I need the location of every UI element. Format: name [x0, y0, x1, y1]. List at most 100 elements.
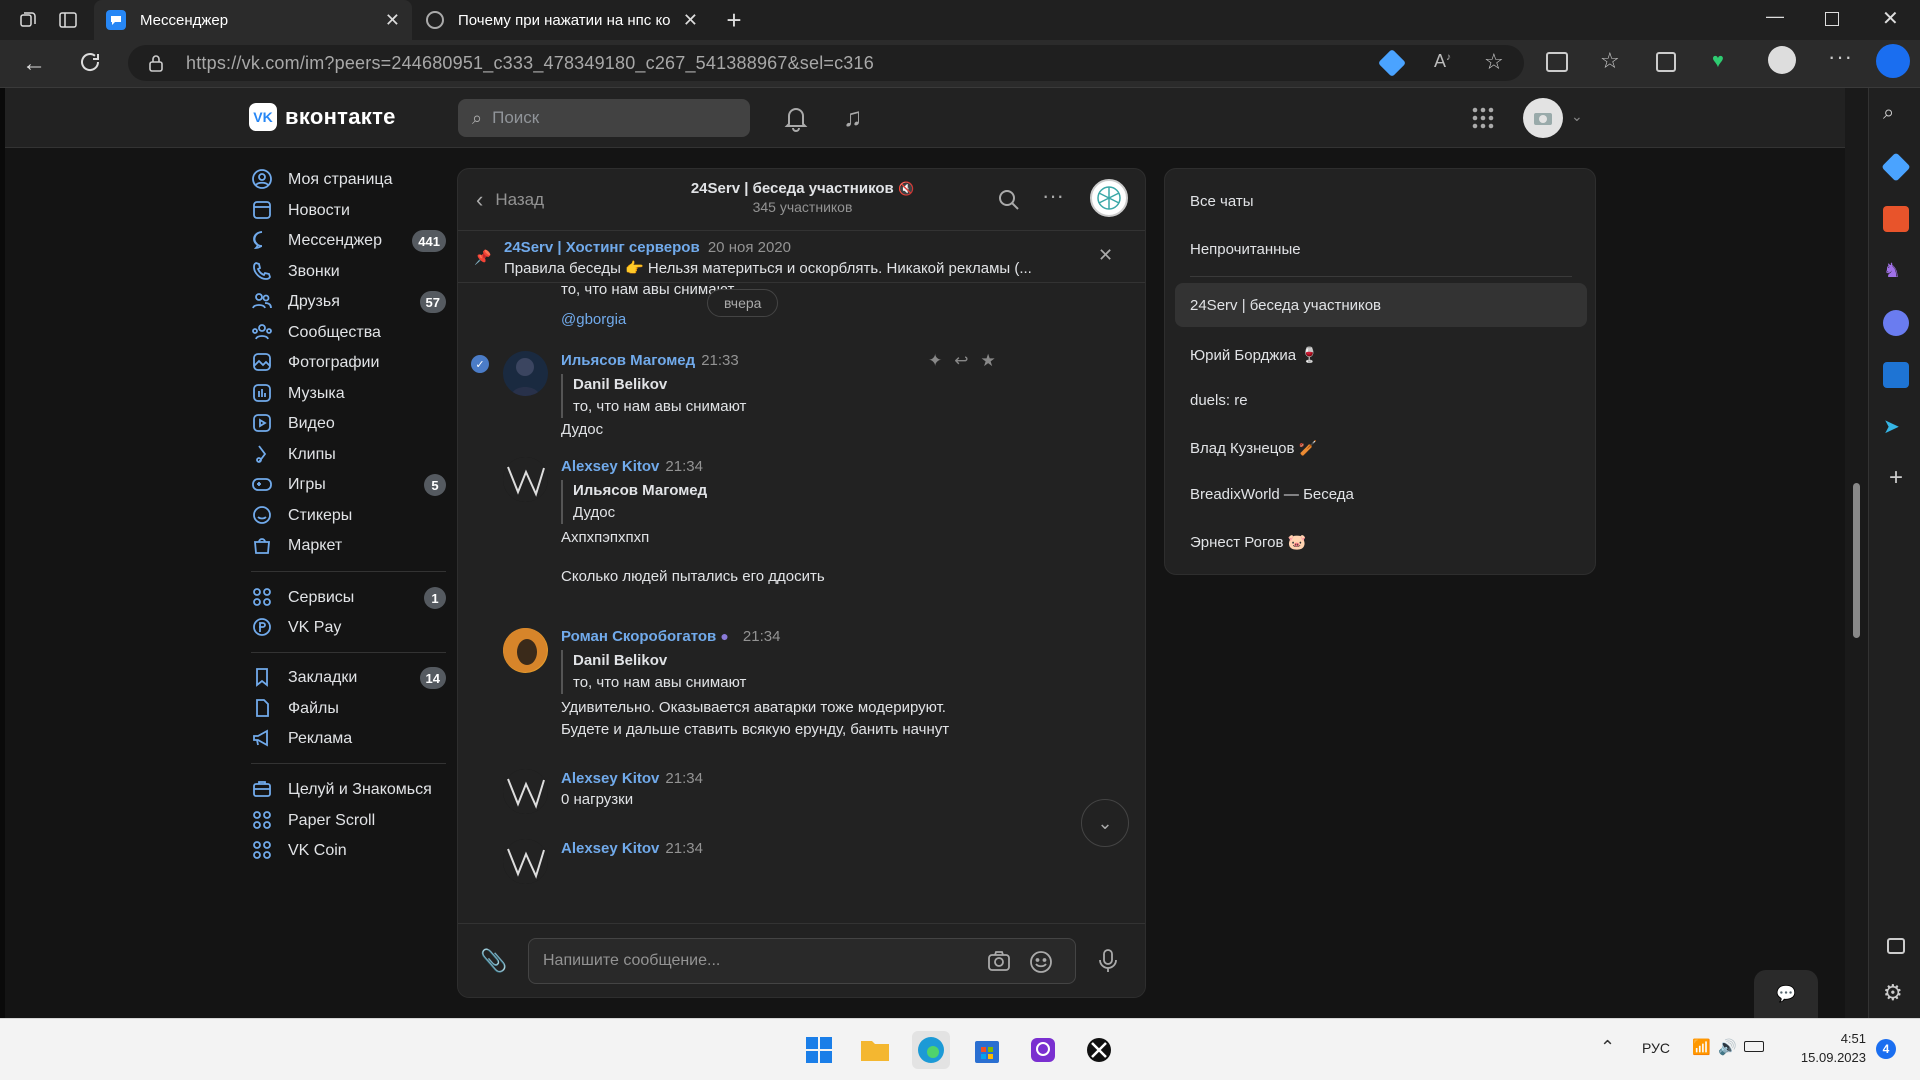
scroll-down-button[interactable]: ⌄: [1081, 799, 1129, 847]
url-field[interactable]: https://vk.com/im?peers=244680951_c333_4…: [128, 45, 1524, 81]
message-author[interactable]: Alexsey Kitov 21:34: [561, 840, 703, 857]
new-tab-icon[interactable]: +: [722, 5, 746, 35]
sidebar-outlook-icon[interactable]: [1883, 362, 1909, 388]
tab-npc-question[interactable]: Почему при нажатии на нпс ко ✕: [414, 0, 710, 40]
message-author[interactable]: Роман Скоробогатов ● 21:34: [561, 628, 780, 645]
more-menu-icon[interactable]: ···: [1828, 44, 1853, 70]
tab-messenger[interactable]: Мессенджер ✕: [94, 0, 412, 40]
apps-grid-icon[interactable]: [1471, 106, 1495, 130]
refresh-icon[interactable]: [78, 50, 102, 74]
message-author[interactable]: Ильясов Магомед 21:33: [561, 352, 739, 369]
nav-item-communities[interactable]: Сообщества: [251, 316, 446, 350]
user-avatar[interactable]: [1523, 98, 1563, 138]
sidebar-tools-icon[interactable]: [1883, 206, 1909, 232]
camera-icon[interactable]: [987, 950, 1011, 972]
window-close-icon[interactable]: ✕: [1882, 6, 1899, 31]
favorites-icon[interactable]: ☆: [1600, 48, 1620, 74]
quoted-message[interactable]: Danil Belikov то, что нам авы снимают: [561, 374, 746, 418]
nav-item-music[interactable]: Музыка: [251, 377, 446, 411]
maximize-icon[interactable]: [1825, 12, 1839, 26]
close-pinned-icon[interactable]: ✕: [1098, 245, 1113, 266]
sidebar-copilot-icon[interactable]: [1883, 310, 1909, 336]
nav-item-friends[interactable]: Друзья 57: [251, 285, 446, 319]
scrollbar-thumb[interactable]: [1853, 483, 1860, 638]
podcast-app-icon[interactable]: [1024, 1031, 1062, 1069]
nav-item-paper-scroll[interactable]: Paper Scroll: [251, 804, 446, 838]
nav-item-stickers[interactable]: Стикеры: [251, 499, 446, 533]
tab-close-icon[interactable]: ✕: [385, 10, 400, 31]
sidebar-games-icon[interactable]: ♞: [1883, 258, 1909, 284]
read-aloud-icon[interactable]: A♪: [1434, 51, 1451, 72]
microsoft-store-icon[interactable]: [968, 1031, 1006, 1069]
quoted-message[interactable]: Danil Belikov то, что нам авы снимают: [561, 650, 746, 694]
edge-browser-icon[interactable]: [912, 1031, 950, 1069]
nav-item-messenger[interactable]: Мессенджер 441: [251, 224, 446, 258]
sidebar-settings-gear-icon[interactable]: ⚙: [1883, 980, 1909, 1006]
sparkle-icon[interactable]: ✦: [928, 351, 942, 371]
quoted-message[interactable]: Ильясов Магомед Дудос: [561, 480, 707, 524]
selected-check-icon[interactable]: ✓: [471, 355, 489, 373]
avatar[interactable]: [503, 839, 548, 884]
star-icon[interactable]: ★: [981, 351, 996, 371]
clock[interactable]: 4:51 15.09.2023: [1786, 1029, 1866, 1067]
sidebar-toggle-icon[interactable]: [1887, 938, 1905, 954]
keyboard-language[interactable]: РУС: [1642, 1040, 1670, 1056]
microphone-icon[interactable]: [1098, 948, 1118, 974]
music-note-icon[interactable]: ♫: [843, 102, 863, 133]
bing-copilot-icon[interactable]: [1876, 44, 1910, 78]
workspaces-icon[interactable]: [16, 8, 40, 32]
tab-close-icon[interactable]: ✕: [683, 10, 698, 31]
pinned-message[interactable]: 📌 24Serv | Хостинг серверов 20 ноя 2020 …: [458, 231, 1145, 283]
lock-icon[interactable]: [148, 54, 164, 72]
vk-logo[interactable]: VK вконтакте: [249, 103, 396, 131]
nav-item-services[interactable]: Сервисы 1: [251, 581, 446, 615]
avatar[interactable]: [503, 457, 548, 502]
nav-item-my-page[interactable]: Моя страница: [251, 163, 446, 197]
reply-icon[interactable]: ↩: [954, 351, 968, 371]
back-arrow-icon[interactable]: ←: [22, 50, 46, 78]
sidebar-telegram-icon[interactable]: ➤: [1883, 414, 1909, 440]
sidebar-add-icon[interactable]: +: [1883, 464, 1909, 491]
tray-chevron-up-icon[interactable]: ⌃: [1600, 1037, 1615, 1058]
nav-item-games[interactable]: Игры 5: [251, 468, 446, 502]
nav-item-news[interactable]: Новости: [251, 194, 446, 228]
filter-all-chats[interactable]: Все чаты: [1190, 193, 1254, 210]
battery-icon[interactable]: [1744, 1041, 1764, 1052]
nav-item-ads[interactable]: Реклама: [251, 722, 446, 756]
collections-icon[interactable]: [1656, 52, 1676, 72]
avatar[interactable]: [503, 628, 548, 673]
chat-list-item[interactable]: Влад Кузнецов 🏏: [1190, 439, 1317, 457]
wifi-icon[interactable]: 📶: [1692, 1038, 1711, 1056]
message-input[interactable]: Напишите сообщение...: [528, 938, 1076, 984]
split-screen-icon[interactable]: [1546, 52, 1568, 72]
nav-item-calls[interactable]: Звонки: [251, 255, 446, 289]
sidebar-shopping-icon[interactable]: [1881, 152, 1911, 182]
tab-actions-icon[interactable]: [56, 8, 80, 32]
notification-count-badge[interactable]: 4: [1876, 1039, 1896, 1059]
nav-item-vk-pay[interactable]: VK Pay: [251, 611, 446, 645]
vk-search-input[interactable]: ⌕ Поиск: [458, 99, 750, 137]
nav-item-video[interactable]: Видео: [251, 407, 446, 441]
emoji-smile-icon[interactable]: [1029, 950, 1053, 974]
page-scrollbar[interactable]: [1845, 88, 1868, 1018]
avatar[interactable]: [503, 351, 548, 396]
attach-paperclip-icon[interactable]: 📎: [480, 948, 507, 974]
nav-item-clips[interactable]: Клипы: [251, 438, 446, 472]
favorite-star-icon[interactable]: ☆: [1484, 49, 1504, 75]
chevron-down-icon[interactable]: ⌄: [1571, 108, 1583, 125]
mention-link[interactable]: @gborgia: [561, 309, 626, 331]
message-author[interactable]: Alexsey Kitov 21:34: [561, 458, 703, 475]
chat-search-icon[interactable]: [998, 189, 1020, 211]
coupon-tag-icon[interactable]: [1377, 48, 1407, 78]
chat-list-item[interactable]: BreadixWorld — Беседа: [1190, 486, 1354, 503]
chat-list-item[interactable]: Юрий Борджиа 🍷: [1190, 346, 1319, 364]
notifications-bell-icon[interactable]: [783, 104, 809, 132]
sidebar-search-icon[interactable]: ⌕: [1883, 102, 1909, 128]
profile-avatar-icon[interactable]: [1768, 46, 1796, 74]
chat-list-item[interactable]: 24Serv | беседа участников: [1190, 297, 1381, 314]
volume-icon[interactable]: 🔊: [1718, 1038, 1737, 1056]
file-explorer-icon[interactable]: [856, 1031, 894, 1069]
chat-more-icon[interactable]: ···: [1042, 183, 1064, 209]
avatar[interactable]: [503, 769, 548, 814]
chat-avatar[interactable]: [1090, 179, 1128, 217]
